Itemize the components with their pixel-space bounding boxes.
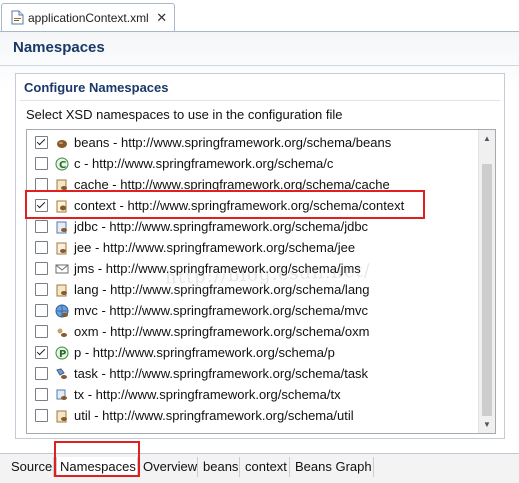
namespace-row[interactable]: oxm - http://www.springframework.org/sch… <box>27 321 479 342</box>
namespaces-form: Namespaces Configure Namespaces Select X… <box>0 32 519 453</box>
namespace-label: task - http://www.springframework.org/sc… <box>74 366 369 381</box>
tab-namespaces[interactable]: Namespaces <box>56 457 138 477</box>
namespace-row[interactable]: lang - http://www.springframework.org/sc… <box>27 279 479 300</box>
namespace-label: util - http://www.springframework.org/sc… <box>74 408 354 423</box>
namespace-label: beans - http://www.springframework.org/s… <box>74 135 392 150</box>
xml-file-icon <box>10 10 24 26</box>
editor-tab[interactable]: applicationContext.xml ✕ <box>1 3 175 31</box>
namespace-checkbox[interactable] <box>35 262 48 275</box>
namespace-row[interactable]: tx - http://www.springframework.org/sche… <box>27 384 479 405</box>
scroll-down-arrow-icon[interactable]: ▼ <box>479 416 495 433</box>
namespace-checkbox[interactable] <box>35 220 48 233</box>
namespace-row[interactable]: jee - http://www.springframework.org/sch… <box>27 237 479 258</box>
tab-source[interactable]: Source <box>8 457 54 477</box>
namespace-list[interactable]: util - http://www.springframework.org/sc… <box>26 129 496 434</box>
namespace-checkbox[interactable] <box>35 157 48 170</box>
namespace-row[interactable]: context - http://www.springframework.org… <box>27 195 479 216</box>
util-icon <box>54 408 70 424</box>
namespace-row[interactable]: util - http://www.springframework.org/sc… <box>27 405 479 426</box>
editor-tab-strip: applicationContext.xml ✕ <box>0 0 519 32</box>
tx-icon <box>54 387 70 403</box>
lang-icon <box>54 282 70 298</box>
namespace-checkbox[interactable] <box>35 346 48 359</box>
svg-text:P: P <box>59 349 66 360</box>
editor-tab-label: applicationContext.xml <box>28 10 149 25</box>
bean-icon <box>54 135 70 151</box>
namespace-label: jdbc - http://www.springframework.org/sc… <box>74 219 369 234</box>
tab-overview[interactable]: Overview <box>140 457 198 477</box>
namespace-label: tx - http://www.springframework.org/sche… <box>74 387 341 402</box>
jms-icon <box>54 261 70 277</box>
namespace-row[interactable]: jms - http://www.springframework.org/sch… <box>27 258 479 279</box>
namespace-checkbox[interactable] <box>35 388 48 401</box>
namespace-label: p - http://www.springframework.org/schem… <box>74 345 335 360</box>
configure-namespaces-section: Configure Namespaces Select XSD namespac… <box>15 73 505 439</box>
close-icon[interactable]: ✕ <box>156 10 168 25</box>
p-namespace-icon: P <box>54 345 70 361</box>
task-icon <box>54 366 70 382</box>
namespace-label: mvc - http://www.springframework.org/sch… <box>74 303 369 318</box>
tab-beans[interactable]: beans <box>200 457 240 477</box>
namespace-checkbox[interactable] <box>35 304 48 317</box>
oxm-icon <box>54 324 70 340</box>
namespace-label: jms - http://www.springframework.org/sch… <box>74 261 361 276</box>
namespace-checkbox[interactable] <box>35 178 48 191</box>
c-namespace-icon: C <box>54 156 70 172</box>
namespace-checkbox[interactable] <box>35 367 48 380</box>
namespace-row[interactable]: beans - http://www.springframework.org/s… <box>27 132 479 153</box>
title-divider <box>0 65 519 66</box>
scroll-up-arrow-icon[interactable]: ▲ <box>479 130 495 147</box>
namespace-checkbox[interactable] <box>35 409 48 422</box>
namespace-row[interactable]: mvc - http://www.springframework.org/sch… <box>27 300 479 321</box>
jee-icon <box>54 240 70 256</box>
context-icon <box>54 198 70 214</box>
namespace-row[interactable]: Cc - http://www.springframework.org/sche… <box>27 153 479 174</box>
namespace-checkbox[interactable] <box>35 325 48 338</box>
namespace-row[interactable]: task - http://www.springframework.org/sc… <box>27 363 479 384</box>
namespace-label: oxm - http://www.springframework.org/sch… <box>74 324 370 339</box>
namespace-row[interactable]: cache - http://www.springframework.org/s… <box>27 174 479 195</box>
page-title: Namespaces <box>13 39 105 56</box>
section-title: Configure Namespaces <box>24 80 169 95</box>
namespace-checkbox[interactable] <box>35 136 48 149</box>
namespace-checkbox[interactable] <box>35 199 48 212</box>
cache-icon <box>54 177 70 193</box>
namespace-checkbox[interactable] <box>35 241 48 254</box>
namespace-row[interactable]: Pp - http://www.springframework.org/sche… <box>27 342 479 363</box>
svg-text:C: C <box>59 160 66 171</box>
namespace-label: lang - http://www.springframework.org/sc… <box>74 282 370 297</box>
vertical-scrollbar[interactable]: ▲ ▼ <box>478 130 495 433</box>
namespace-row[interactable]: jdbc - http://www.springframework.org/sc… <box>27 216 479 237</box>
namespace-checkbox[interactable] <box>35 283 48 296</box>
mvc-icon <box>54 303 70 319</box>
jdbc-icon <box>54 219 70 235</box>
section-divider <box>20 100 500 101</box>
section-description: Select XSD namespaces to use in the conf… <box>26 107 343 122</box>
tab-beans-graph[interactable]: Beans Graph <box>292 457 374 477</box>
tab-context[interactable]: context <box>242 457 290 477</box>
namespace-label: cache - http://www.springframework.org/s… <box>74 177 390 192</box>
editor-page-tabs: Source Namespaces Overview beans context Bean… <box>0 453 519 483</box>
namespace-label: jee - http://www.springframework.org/sch… <box>74 240 356 255</box>
namespace-label: c - http://www.springframework.org/schem… <box>74 156 334 171</box>
namespace-label: context - http://www.springframework.org… <box>74 198 405 213</box>
scroll-thumb[interactable] <box>482 164 492 416</box>
